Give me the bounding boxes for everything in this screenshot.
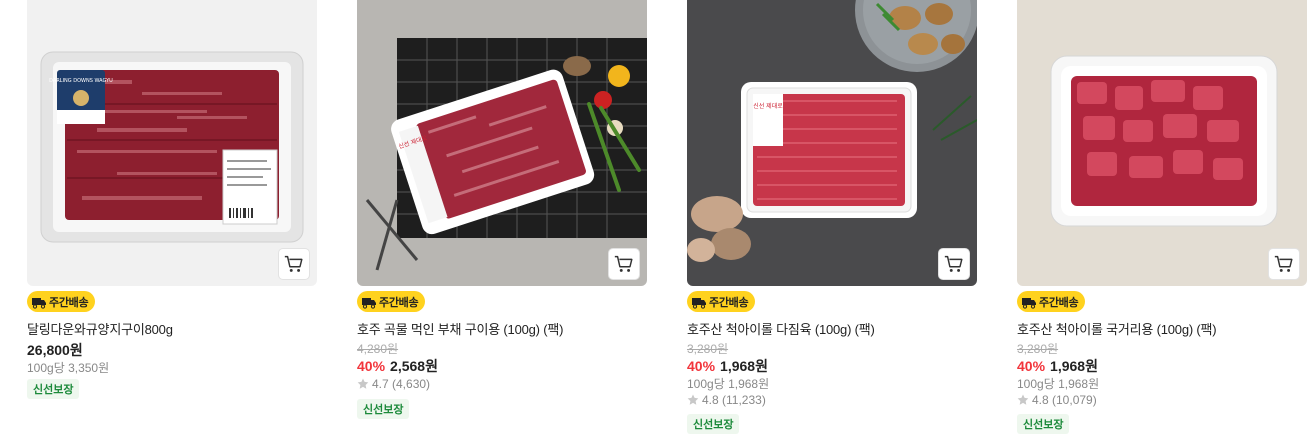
- product-card[interactable]: DARLING DOWNS WAGYU 주간배송 달링다운와규양지구이800g …: [27, 0, 317, 399]
- cart-icon: [944, 255, 963, 272]
- discount-rate: 40%: [357, 358, 386, 374]
- svg-text:신선 제대로: 신선 제대로: [753, 102, 783, 110]
- product-grid: DARLING DOWNS WAGYU 주간배송 달링다운와규양지구이800g …: [0, 0, 1309, 439]
- product-card[interactable]: 신선 제대로 주간배송 호주산 척아이롤 다짐육 (100g) (팩) 3,28…: [687, 0, 977, 434]
- price-row: 40% 1,968원: [687, 356, 768, 376]
- fresh-guarantee-tag: 신선보장: [687, 414, 740, 434]
- product-name[interactable]: 호주 곡물 먹인 부채 구이용 (100g) (팩): [357, 319, 563, 338]
- sale-price: 1,968원: [1050, 358, 1098, 374]
- fresh-guarantee-tag: 신선보장: [27, 379, 80, 399]
- truck-icon: [692, 297, 706, 309]
- product-image[interactable]: [1017, 0, 1307, 286]
- product-image[interactable]: DARLING DOWNS WAGYU: [27, 0, 317, 286]
- product-name[interactable]: 달링다운와규양지구이800g: [27, 319, 173, 338]
- sale-price: 1,968원: [720, 358, 768, 374]
- product-name[interactable]: 호주산 척아이롤 다짐육 (100g) (팩): [687, 319, 875, 338]
- star-icon: [1017, 394, 1029, 405]
- add-to-cart-button[interactable]: [1268, 248, 1300, 280]
- add-to-cart-button[interactable]: [608, 248, 640, 280]
- original-price: 3,280원: [687, 342, 729, 356]
- rating: 4.8 (11,233): [687, 393, 766, 407]
- price-row: 40% 2,568원: [357, 356, 438, 376]
- product-card[interactable]: 주간배송 호주산 척아이롤 국거리용 (100g) (팩) 3,280원 40%…: [1017, 0, 1307, 434]
- product-card[interactable]: 신선 제대로 주간배송 호주 곡물 먹인 부채 구이용 (100g) (팩) 4…: [357, 0, 647, 419]
- weekly-delivery-badge: 주간배송: [27, 291, 96, 312]
- product-name[interactable]: 호주산 척아이롤 국거리용 (100g) (팩): [1017, 319, 1217, 338]
- star-icon: [687, 394, 699, 405]
- cart-icon: [1274, 255, 1293, 272]
- price-row: 40% 1,968원: [1017, 356, 1098, 376]
- cart-icon: [614, 255, 633, 272]
- truck-icon: [362, 297, 376, 309]
- rating: 4.8 (10,079): [1017, 393, 1097, 407]
- unit-price: 100g당 1,968원: [687, 377, 770, 391]
- product-image[interactable]: 신선 제대로: [357, 0, 647, 286]
- fresh-guarantee-tag: 신선보장: [357, 399, 410, 419]
- rating: 4.7 (4,630): [357, 377, 430, 391]
- truck-icon: [32, 297, 46, 309]
- badge-label: 주간배송: [379, 296, 419, 309]
- unit-price: 100g당 3,350원: [27, 361, 110, 375]
- original-price: 4,280원: [357, 342, 399, 356]
- truck-icon: [1022, 297, 1036, 309]
- weekly-delivery-badge: 주간배송: [357, 291, 426, 312]
- rating-text: 4.7 (4,630): [372, 377, 431, 391]
- sale-price: 26,800원: [27, 342, 83, 358]
- add-to-cart-button[interactable]: [938, 248, 970, 280]
- unit-price: 100g당 1,968원: [1017, 377, 1100, 391]
- product-image[interactable]: 신선 제대로: [687, 0, 977, 286]
- discount-rate: 40%: [1017, 358, 1046, 374]
- rating-text: 4.8 (11,233): [702, 393, 766, 407]
- discount-rate: 40%: [687, 358, 716, 374]
- add-to-cart-button[interactable]: [278, 248, 310, 280]
- badge-label: 주간배송: [1039, 296, 1079, 309]
- weekly-delivery-badge: 주간배송: [687, 291, 756, 312]
- rating-text: 4.8 (10,079): [1032, 393, 1097, 407]
- fresh-guarantee-tag: 신선보장: [1017, 414, 1070, 434]
- svg-text:DARLING DOWNS WAGYU: DARLING DOWNS WAGYU: [49, 78, 113, 84]
- sale-price: 2,568원: [390, 358, 438, 374]
- star-icon: [357, 378, 369, 389]
- original-price: 3,280원: [1017, 342, 1059, 356]
- cart-icon: [284, 255, 303, 272]
- badge-label: 주간배송: [709, 296, 749, 309]
- weekly-delivery-badge: 주간배송: [1017, 291, 1086, 312]
- badge-label: 주간배송: [49, 296, 89, 309]
- price-row: 26,800원: [27, 340, 83, 360]
